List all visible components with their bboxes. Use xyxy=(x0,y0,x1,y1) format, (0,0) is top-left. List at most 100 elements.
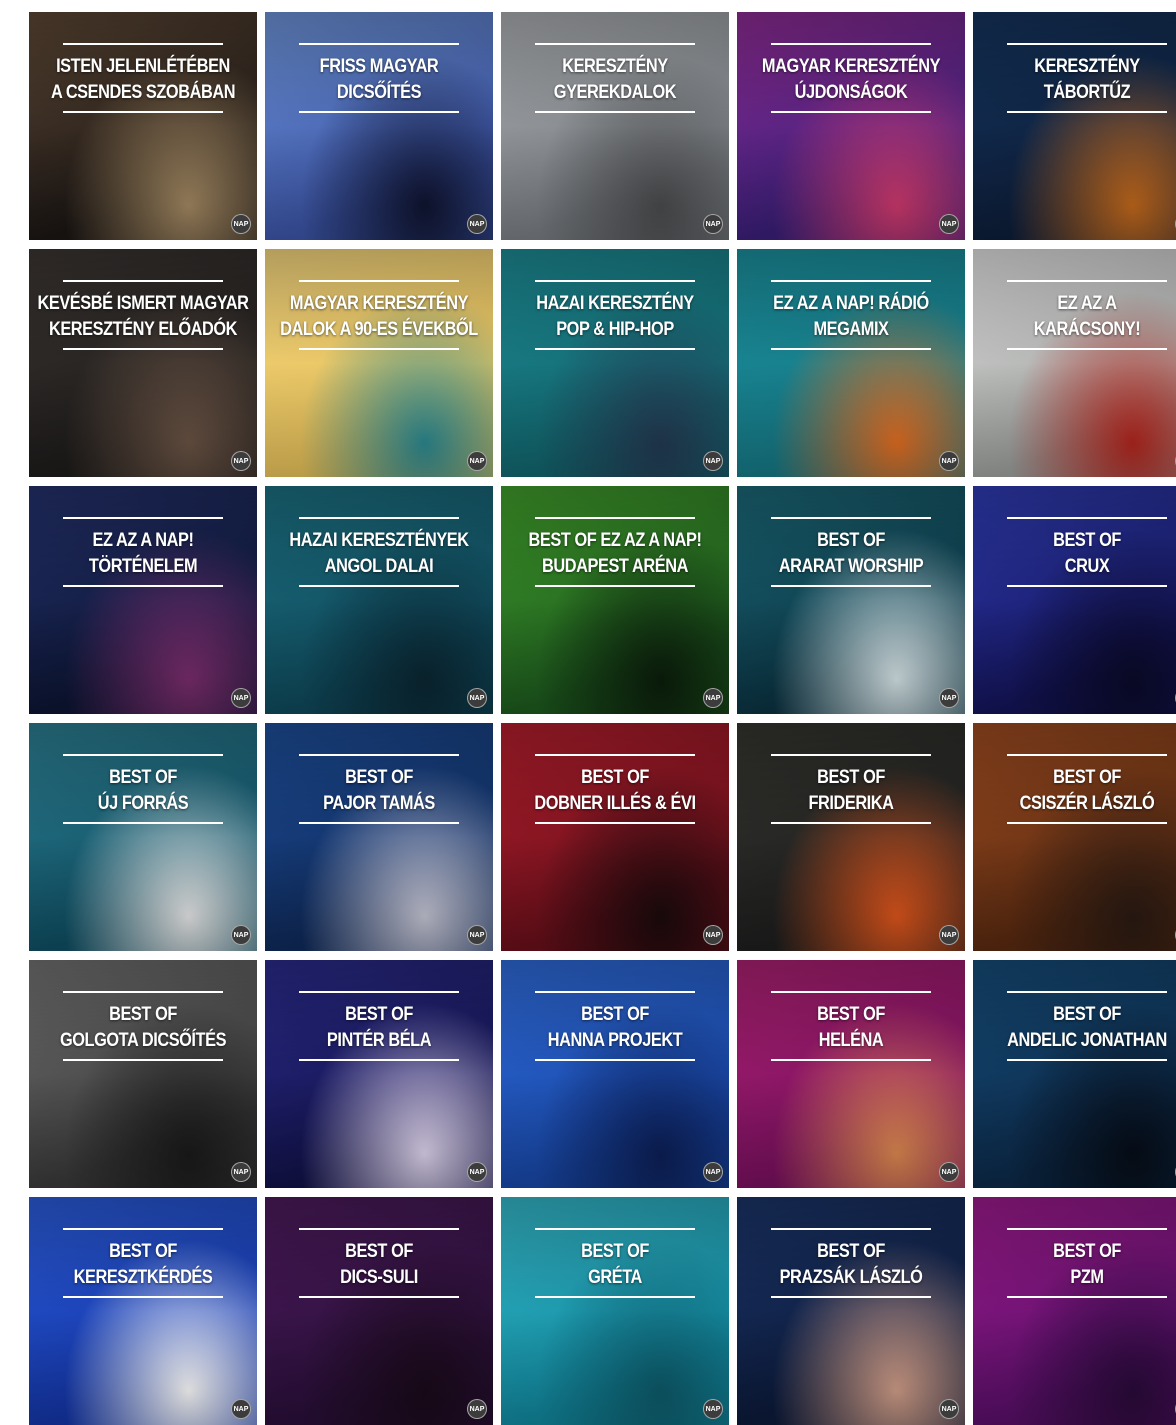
ez-az-a-nap-logo-icon: NAP xyxy=(939,214,959,234)
cover-shade xyxy=(29,486,257,714)
playlist-title-line: DICS-SULI xyxy=(340,1267,418,1288)
cover-shade xyxy=(973,486,1176,714)
playlist-tile[interactable]: BEST OFANDELIC JONATHANNAP xyxy=(973,960,1176,1188)
playlist-tile[interactable]: BEST OF ARARAT WORSHIP NAP xyxy=(737,486,965,714)
playlist-title-line: CRUX xyxy=(1064,556,1110,577)
cover-shade xyxy=(265,486,493,714)
cover-shade xyxy=(737,960,965,1188)
playlist-tile[interactable]: MAGYAR KERESZTÉNY DALOK A 90-ES ÉVEKBŐL NA… xyxy=(265,249,493,477)
playlist-title-line: ANDELIC JONATHAN xyxy=(1007,1030,1167,1051)
playlist-tile[interactable]: KEVÉSBÉ ISMERT MAGYAR KERESZTÉNY ELŐADÓK N… xyxy=(29,249,257,477)
playlist-title-line: EZ AZ A NAP! xyxy=(92,530,194,551)
playlist-tile[interactable]: BEST OFCRUXNAP xyxy=(973,486,1176,714)
playlist-title-line: BEST OF xyxy=(581,1004,649,1025)
playlist-title-line: FRISS MAGYAR xyxy=(319,56,439,77)
title-rule-bottom xyxy=(771,111,931,113)
ez-az-a-nap-logo-icon: NAP xyxy=(231,688,251,708)
ez-az-a-nap-logo-icon: NAP xyxy=(939,688,959,708)
title-rule-top xyxy=(299,517,459,519)
playlist-title-line: KERESZTÉNY xyxy=(1034,56,1140,77)
playlist-title-line: ARARAT WORSHIP xyxy=(778,556,924,577)
title-rule-bottom xyxy=(771,822,931,824)
title-rule-top xyxy=(63,1228,223,1230)
playlist-title: BEST OF DOBNER ILLÉS & ÉVI xyxy=(520,763,709,819)
playlist-title-line: HANNA PROJEKT xyxy=(547,1030,683,1051)
playlist-title-line: GYEREKDALOK xyxy=(553,82,677,103)
playlist-tile[interactable]: BEST OF HELÉNA NAP xyxy=(737,960,965,1188)
playlist-tile[interactable]: BEST OF PINTÉR BÉLA NAP xyxy=(265,960,493,1188)
playlist-tile[interactable]: MAGYAR KERESZTÉNY ÚJDONSÁGOK NAP xyxy=(737,12,965,240)
cover-shade xyxy=(29,249,257,477)
playlist-tile[interactable]: ISTEN JELENLÉTÉBEN A CSENDES SZOBÁBAN NAP xyxy=(29,12,257,240)
playlist-title-line: MAGYAR KERESZTÉNY xyxy=(761,56,941,77)
playlist-title-line: BEST OF xyxy=(345,1004,413,1025)
cover-shade xyxy=(29,1197,257,1425)
cover-shade xyxy=(265,960,493,1188)
playlist-tile[interactable]: BEST OF DICS-SULI NAP xyxy=(265,1197,493,1425)
playlist-tile[interactable]: EZ AZ AKARÁCSONY!NAP xyxy=(973,249,1176,477)
playlist-title-line: KERESZTKÉRDÉS xyxy=(73,1267,213,1288)
title-rule-bottom xyxy=(535,348,695,350)
playlist-tile[interactable]: BEST OF HANNA PROJEKT NAP xyxy=(501,960,729,1188)
ez-az-a-nap-logo-icon: NAP xyxy=(231,214,251,234)
playlist-title-line: ÚJ FORRÁS xyxy=(97,793,189,814)
playlist-title-line: BEST OF xyxy=(817,767,885,788)
ez-az-a-nap-logo-icon: NAP xyxy=(467,1399,487,1419)
cover-shade xyxy=(973,960,1176,1188)
playlist-title-line: HAZAI KERESZTÉNYEK xyxy=(289,530,469,551)
cover-shade xyxy=(501,12,729,240)
title-rule-bottom xyxy=(63,822,223,824)
playlist-tile[interactable]: BEST OFCSISZÉR LÁSZLÓNAP xyxy=(973,723,1176,951)
playlist-tile[interactable]: BEST OF PRAZSÁK LÁSZLÓ NAP xyxy=(737,1197,965,1425)
playlist-tile[interactable]: KERESZTÉNY GYEREKDALOK NAP xyxy=(501,12,729,240)
cover-shade xyxy=(501,723,729,951)
title-rule-bottom xyxy=(535,1296,695,1298)
playlist-tile[interactable]: FRISS MAGYAR DICSŐÍTÉS NAP xyxy=(265,12,493,240)
playlist-title-line: KERESZTÉNY ELŐADÓK xyxy=(48,319,238,340)
playlist-tile[interactable]: BEST OF GOLGOTA DICSŐÍTÉS NAP xyxy=(29,960,257,1188)
playlist-title: BEST OF CSISZÉR LÁSZLÓ xyxy=(992,763,1176,819)
playlist-title: BEST OF ANDELIC JONATHAN xyxy=(992,1000,1176,1056)
playlist-tile[interactable]: BEST OF PAJOR TAMÁS NAP xyxy=(265,723,493,951)
playlist-tile[interactable]: BEST OF ÚJ FORRÁS NAP xyxy=(29,723,257,951)
title-rule-top xyxy=(1007,43,1167,45)
playlist-title: BEST OF ÚJ FORRÁS xyxy=(48,763,237,819)
playlist-title-line: GOLGOTA DICSŐÍTÉS xyxy=(59,1030,227,1051)
title-rule-bottom xyxy=(299,1059,459,1061)
playlist-tile[interactable]: EZ AZ A NAP! RÁDIÓ MEGAMIX NAP xyxy=(737,249,965,477)
playlist-tile[interactable]: BEST OF KERESZTKÉRDÉS NAP xyxy=(29,1197,257,1425)
playlist-title-line: BEST OF xyxy=(1053,1004,1121,1025)
cover-shade xyxy=(265,12,493,240)
title-rule-bottom xyxy=(535,822,695,824)
playlist-title-line: EZ AZ A NAP! RÁDIÓ xyxy=(773,293,929,314)
playlist-tile[interactable]: BEST OF DOBNER ILLÉS & ÉVI NAP xyxy=(501,723,729,951)
playlist-tile[interactable]: KERESZTÉNYTÁBORTŰZNAP xyxy=(973,12,1176,240)
title-rule-bottom xyxy=(63,585,223,587)
playlist-tile[interactable]: HAZAI KERESZTÉNYEK ANGOL DALAI NAP xyxy=(265,486,493,714)
title-rule-top xyxy=(771,517,931,519)
playlist-tile[interactable]: BEST OF FRIDERIKA NAP xyxy=(737,723,965,951)
playlist-tile[interactable]: BEST OFPZMNAP xyxy=(973,1197,1176,1425)
title-rule-top xyxy=(535,280,695,282)
title-rule-top xyxy=(1007,280,1167,282)
playlist-tile[interactable]: BEST OF GRÉTA NAP xyxy=(501,1197,729,1425)
playlist-title-line: BEST OF xyxy=(109,1241,177,1262)
playlist-title: BEST OF EZ AZ A NAP! BUDAPEST ARÉNA xyxy=(520,526,709,582)
playlist-title: KERESZTÉNY GYEREKDALOK xyxy=(520,52,709,108)
cover-shade xyxy=(973,12,1176,240)
playlist-tile[interactable]: HAZAI KERESZTÉNY POP & HIP-HOP NAP xyxy=(501,249,729,477)
playlist-title-line: MAGYAR KERESZTÉNY xyxy=(289,293,469,314)
title-rule-top xyxy=(535,43,695,45)
playlist-tile[interactable]: BEST OF EZ AZ A NAP! BUDAPEST ARÉNA NAP xyxy=(501,486,729,714)
cover-shade xyxy=(265,1197,493,1425)
title-rule-bottom xyxy=(771,1296,931,1298)
title-rule-top xyxy=(299,280,459,282)
ez-az-a-nap-logo-icon: NAP xyxy=(703,451,723,471)
ez-az-a-nap-logo-icon: NAP xyxy=(939,1162,959,1182)
playlist-title: FRISS MAGYAR DICSŐÍTÉS xyxy=(284,52,473,108)
playlist-title-line: BEST OF EZ AZ A NAP! xyxy=(528,530,702,551)
playlist-tile[interactable]: EZ AZ A NAP! TÖRTÉNELEM NAP xyxy=(29,486,257,714)
playlist-title-line: POP & HIP-HOP xyxy=(556,319,674,340)
playlist-title: BEST OF HELÉNA xyxy=(756,1000,945,1056)
playlist-title-line: BEST OF xyxy=(817,1004,885,1025)
